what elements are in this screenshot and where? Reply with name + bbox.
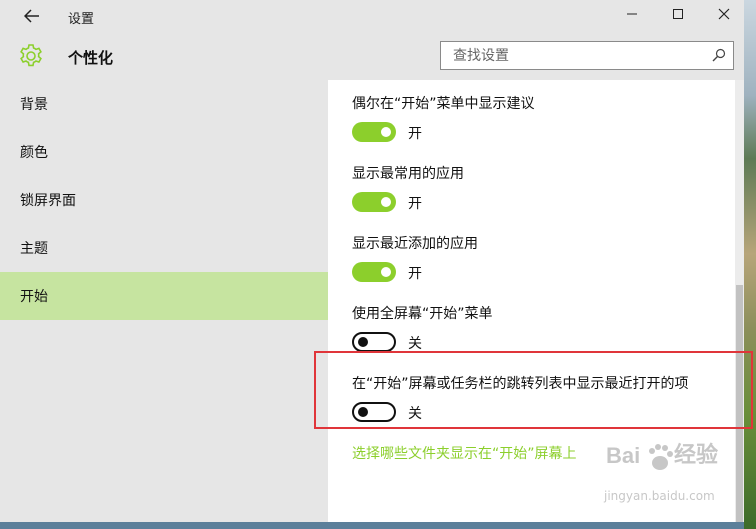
scrollbar[interactable]: [735, 80, 744, 522]
sidebar-item-label: 颜色: [20, 145, 48, 161]
desktop-background: [744, 0, 756, 529]
toggle-state-text: 开: [408, 126, 422, 142]
sidebar-item-label: 背景: [20, 97, 48, 113]
sidebar-item-themes[interactable]: 主题: [0, 224, 328, 272]
toggle-knob: [381, 267, 391, 277]
maximize-button[interactable]: [656, 4, 700, 28]
sidebar-item-start[interactable]: 开始: [0, 272, 328, 320]
toggle-state-text: 开: [408, 196, 422, 212]
settings-window: 设置 个性化 查找设置 背景 颜色 锁屏界面 主题 开始 偶尔在“开始”菜单中显…: [0, 0, 744, 522]
toggle-recently-added[interactable]: [352, 262, 396, 282]
highlight-annotation: [314, 351, 753, 429]
search-box[interactable]: [440, 41, 734, 70]
toggle-row-suggestions: 开: [352, 122, 452, 142]
sidebar-item-background[interactable]: 背景: [0, 80, 328, 128]
title-bar: 设置: [0, 0, 744, 32]
search-input[interactable]: [451, 46, 705, 66]
gear-icon: [18, 43, 44, 69]
setting-label-recently-added: 显示最近添加的应用: [352, 236, 478, 252]
toggle-knob: [381, 127, 391, 137]
page-title: 个性化: [68, 49, 114, 67]
toggle-state-text: 开: [408, 266, 422, 282]
sidebar: 背景 颜色 锁屏界面 主题 开始: [0, 80, 328, 522]
sidebar-item-label: 锁屏界面: [20, 193, 76, 209]
setting-label-suggestions: 偶尔在“开始”菜单中显示建议: [352, 96, 535, 112]
toggle-full-screen[interactable]: [352, 332, 396, 352]
toggle-knob: [381, 197, 391, 207]
toggle-state-text: 关: [408, 336, 422, 352]
setting-label-full-screen: 使用全屏幕“开始”菜单: [352, 306, 493, 322]
settings-content: 偶尔在“开始”菜单中显示建议 开 显示最常用的应用 开 显示最近添加的应用 开 …: [328, 80, 735, 522]
maximize-icon: [673, 9, 683, 19]
setting-label-most-used: 显示最常用的应用: [352, 166, 464, 182]
toggle-knob: [358, 337, 368, 347]
window-title: 设置: [68, 12, 95, 27]
search-icon[interactable]: [712, 48, 726, 62]
sidebar-item-colors[interactable]: 颜色: [0, 128, 328, 176]
choose-folders-link[interactable]: 选择哪些文件夹显示在“开始”屏幕上: [352, 443, 577, 463]
sidebar-item-label: 开始: [20, 289, 48, 305]
page-header: 个性化: [0, 32, 744, 80]
close-icon: [718, 8, 730, 20]
close-button[interactable]: [702, 4, 746, 28]
toggle-most-used[interactable]: [352, 192, 396, 212]
sidebar-item-label: 主题: [20, 241, 48, 257]
toggle-suggestions[interactable]: [352, 122, 396, 142]
sidebar-item-lock-screen[interactable]: 锁屏界面: [0, 176, 328, 224]
minimize-icon: [627, 13, 637, 15]
minimize-button[interactable]: [610, 4, 654, 28]
back-arrow-icon: [23, 9, 39, 23]
toggle-row-most-used: 开: [352, 192, 452, 212]
toggle-row-recently-added: 开: [352, 262, 452, 282]
toggle-row-full-screen: 关: [352, 332, 452, 352]
back-button[interactable]: [18, 6, 46, 26]
